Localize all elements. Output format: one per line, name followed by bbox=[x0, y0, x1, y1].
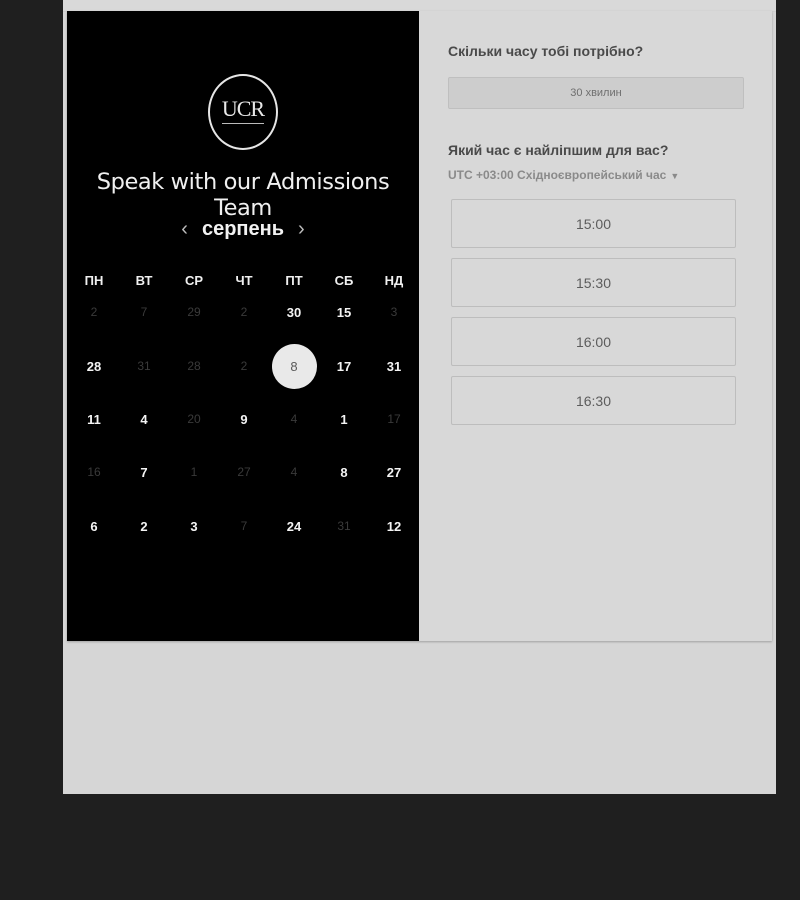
month-label: серпень bbox=[201, 217, 285, 240]
page: UCR Speak with our Admissions Team ‹ сер… bbox=[63, 0, 776, 794]
calendar-day[interactable]: 2 bbox=[119, 503, 169, 549]
time-question: Який час є найліпшим для вас? bbox=[448, 142, 669, 158]
timezone-select[interactable]: UTC +03:00 Східноєвропейський час ▼ bbox=[448, 168, 679, 182]
calendar-day[interactable]: 31 bbox=[369, 343, 419, 389]
time-slot-list: 15:00 15:30 16:00 16:30 bbox=[451, 199, 736, 435]
time-slot-button[interactable]: 15:00 bbox=[451, 199, 736, 248]
calendar-day: 2 bbox=[240, 359, 248, 373]
calendar-day[interactable]: 30 bbox=[269, 289, 319, 335]
calendar-day[interactable]: 6 bbox=[69, 503, 119, 549]
weekday-sun: НД bbox=[384, 273, 404, 288]
prev-month-icon[interactable]: ‹ bbox=[181, 218, 188, 241]
calendar-day: 2 bbox=[240, 305, 248, 319]
calendar-day[interactable]: 12 bbox=[369, 503, 419, 549]
calendar-day[interactable]: 24 bbox=[269, 503, 319, 549]
month-navigation: ‹ серпень › bbox=[67, 216, 419, 242]
logo-text: UCR bbox=[221, 96, 265, 121]
caret-down-icon: ▼ bbox=[670, 171, 680, 181]
weekday-header: ПН ВТ СР ЧТ ПТ СБ НД bbox=[69, 273, 419, 289]
calendar-day-selected[interactable]: 8 bbox=[269, 343, 319, 389]
calendar-day: 7 bbox=[140, 305, 148, 319]
timezone-label: UTC +03:00 Східноєвропейський час bbox=[448, 168, 667, 182]
logo-underline bbox=[222, 123, 264, 124]
time-slot-button[interactable]: 15:30 bbox=[451, 258, 736, 307]
calendar-day: 29 bbox=[187, 305, 201, 319]
calendar-day[interactable]: 27 bbox=[369, 449, 419, 495]
duration-select[interactable]: 30 хвилин bbox=[448, 77, 744, 109]
calendar-week: 16 7 1 27 4 8 27 bbox=[69, 449, 419, 495]
time-slot-button[interactable]: 16:00 bbox=[451, 317, 736, 366]
calendar-day[interactable]: 9 bbox=[219, 396, 269, 442]
calendar-day[interactable]: 7 bbox=[119, 449, 169, 495]
calendar-day: 7 bbox=[240, 519, 248, 533]
calendar-day: 2 bbox=[90, 305, 98, 319]
calendar-day[interactable]: 4 bbox=[119, 396, 169, 442]
calendar-day: 28 bbox=[187, 359, 201, 373]
calendar-day[interactable]: 3 bbox=[169, 503, 219, 549]
calendar-day: 20 bbox=[187, 412, 201, 426]
calendar-day: 4 bbox=[290, 465, 298, 479]
calendar-week: 2 7 29 2 30 15 3 bbox=[69, 289, 419, 335]
calendar-day[interactable]: 8 bbox=[319, 449, 369, 495]
ucr-logo: UCR bbox=[208, 74, 278, 150]
calendar-day[interactable]: 1 bbox=[319, 396, 369, 442]
selected-day-label: 8 bbox=[271, 343, 317, 389]
calendar-panel: UCR Speak with our Admissions Team ‹ сер… bbox=[67, 11, 419, 641]
weekday-wed: СР bbox=[184, 273, 204, 288]
calendar-day: 3 bbox=[390, 305, 398, 319]
calendar-day: 1 bbox=[190, 465, 198, 479]
time-slot-button[interactable]: 16:30 bbox=[451, 376, 736, 425]
calendar-day: 17 bbox=[387, 412, 401, 426]
calendar-day: 27 bbox=[237, 465, 251, 479]
calendar-day[interactable]: 17 bbox=[319, 343, 369, 389]
calendar-day: 31 bbox=[337, 519, 351, 533]
calendar-day[interactable]: 11 bbox=[69, 396, 119, 442]
scheduling-widget: UCR Speak with our Admissions Team ‹ сер… bbox=[67, 11, 772, 641]
calendar-day[interactable]: 28 bbox=[69, 343, 119, 389]
weekday-mon: ПН bbox=[84, 273, 104, 288]
calendar-week: 6 2 3 7 24 31 12 bbox=[69, 503, 419, 549]
calendar-week: 28 31 28 2 8 17 31 bbox=[69, 343, 419, 389]
weekday-sat: СБ bbox=[334, 273, 354, 288]
calendar-day: 31 bbox=[137, 359, 151, 373]
weekday-tue: ВТ bbox=[135, 273, 153, 288]
calendar-day: 16 bbox=[87, 465, 101, 479]
calendar-day: 4 bbox=[290, 412, 298, 426]
weekday-fri: ПТ bbox=[285, 273, 303, 288]
calendar-week: 11 4 20 9 4 1 17 bbox=[69, 396, 419, 442]
weekday-thu: ЧТ bbox=[235, 273, 253, 288]
calendar-day[interactable]: 15 bbox=[319, 289, 369, 335]
next-month-icon[interactable]: › bbox=[298, 218, 305, 241]
duration-question: Скільки часу тобі потрібно? bbox=[448, 43, 644, 59]
calendar-heading: Speak with our Admissions Team bbox=[96, 169, 390, 221]
booking-panel: Скільки часу тобі потрібно? 30 хвилин Як… bbox=[419, 11, 772, 641]
